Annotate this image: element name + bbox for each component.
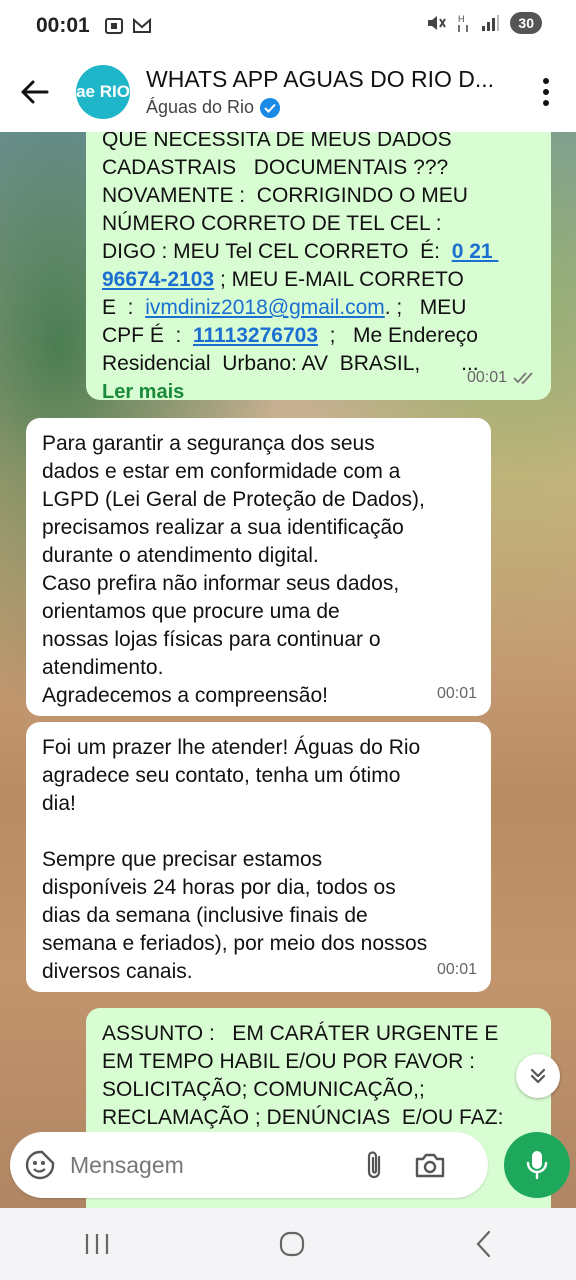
chat-header: ae RIO WHATS APP AGUAS DO RIO D... Águas… xyxy=(0,52,576,132)
battery-indicator: 30 xyxy=(510,12,542,34)
status-time: 00:01 xyxy=(36,14,90,37)
message-text: ASSUNTO : EM CARÁTER URGENTE E EM TEMPO … xyxy=(102,1022,504,1129)
notification-icons xyxy=(104,17,152,35)
nav-back-icon[interactable] xyxy=(474,1230,492,1258)
home-icon[interactable] xyxy=(278,1230,306,1258)
cpf-link[interactable]: 11113276703 xyxy=(193,324,318,347)
message-composer xyxy=(10,1132,488,1198)
recent-apps-icon[interactable] xyxy=(84,1232,110,1256)
data-icon: H xyxy=(458,14,469,32)
message-bubble-outgoing[interactable]: QUE NECESSITA DE MEUS DADOS CADASTRAIS D… xyxy=(86,132,551,403)
message-time: 00:01 xyxy=(436,961,477,978)
avatar-logo: ae RIO xyxy=(76,82,130,101)
chat-subtitle-row: Águas do Rio xyxy=(146,97,516,118)
camera-icon xyxy=(415,1153,445,1178)
svg-text:H: H xyxy=(458,14,465,24)
contact-info[interactable]: WHATS APP AGUAS DO RIO D... Águas do Rio xyxy=(146,66,516,118)
voice-message-button[interactable] xyxy=(504,1132,570,1198)
paperclip-icon xyxy=(367,1151,381,1179)
message-time: 00:01 xyxy=(436,685,477,702)
back-arrow-icon xyxy=(21,80,49,104)
double-chevron-down-icon xyxy=(530,1068,546,1084)
message-bubble-incoming[interactable]: Para garantir a segurança dos seus dados… xyxy=(26,418,491,716)
mute-icon xyxy=(428,16,447,30)
attach-button[interactable] xyxy=(350,1149,400,1181)
message-bubble-incoming[interactable]: Foi um prazer lhe atender! Águas do Rio … xyxy=(26,722,491,992)
camera-button[interactable] xyxy=(400,1151,460,1179)
message-text: QUE NECESSITA DE MEUS DADOS CADASTRAIS D… xyxy=(102,132,499,375)
signal-icon xyxy=(482,15,500,31)
scroll-to-bottom-button[interactable] xyxy=(516,1054,560,1098)
system-navigation-bar xyxy=(0,1208,576,1280)
message-text: Para garantir a segurança dos seus dados… xyxy=(42,432,425,707)
email-link[interactable]: ivmdiniz2018@gmail.com xyxy=(145,296,385,319)
chat-title: WHATS APP AGUAS DO RIO D... xyxy=(146,66,495,92)
emoji-button[interactable] xyxy=(10,1149,70,1181)
status-right-icons: H 30 xyxy=(426,12,542,34)
screenshot-icon xyxy=(104,18,123,34)
status-bar: 00:01 H 30 xyxy=(0,0,576,52)
message-text: Foi um prazer lhe atender! Águas do Rio … xyxy=(42,736,428,983)
chat-area[interactable]: QUE NECESSITA DE MEUS DADOS CADASTRAIS D… xyxy=(0,132,576,1208)
verified-badge-icon xyxy=(260,97,281,118)
more-options-icon[interactable] xyxy=(534,74,558,110)
chat-subtitle: Águas do Rio xyxy=(146,97,255,117)
message-input[interactable] xyxy=(70,1151,350,1179)
gmail-icon xyxy=(132,18,151,33)
contact-avatar[interactable]: ae RIO xyxy=(76,65,130,119)
sticker-icon xyxy=(25,1150,55,1180)
double-check-icon xyxy=(513,372,533,385)
microphone-icon xyxy=(526,1151,548,1180)
back-button[interactable] xyxy=(0,52,70,132)
message-time: 00:01 xyxy=(467,364,537,392)
